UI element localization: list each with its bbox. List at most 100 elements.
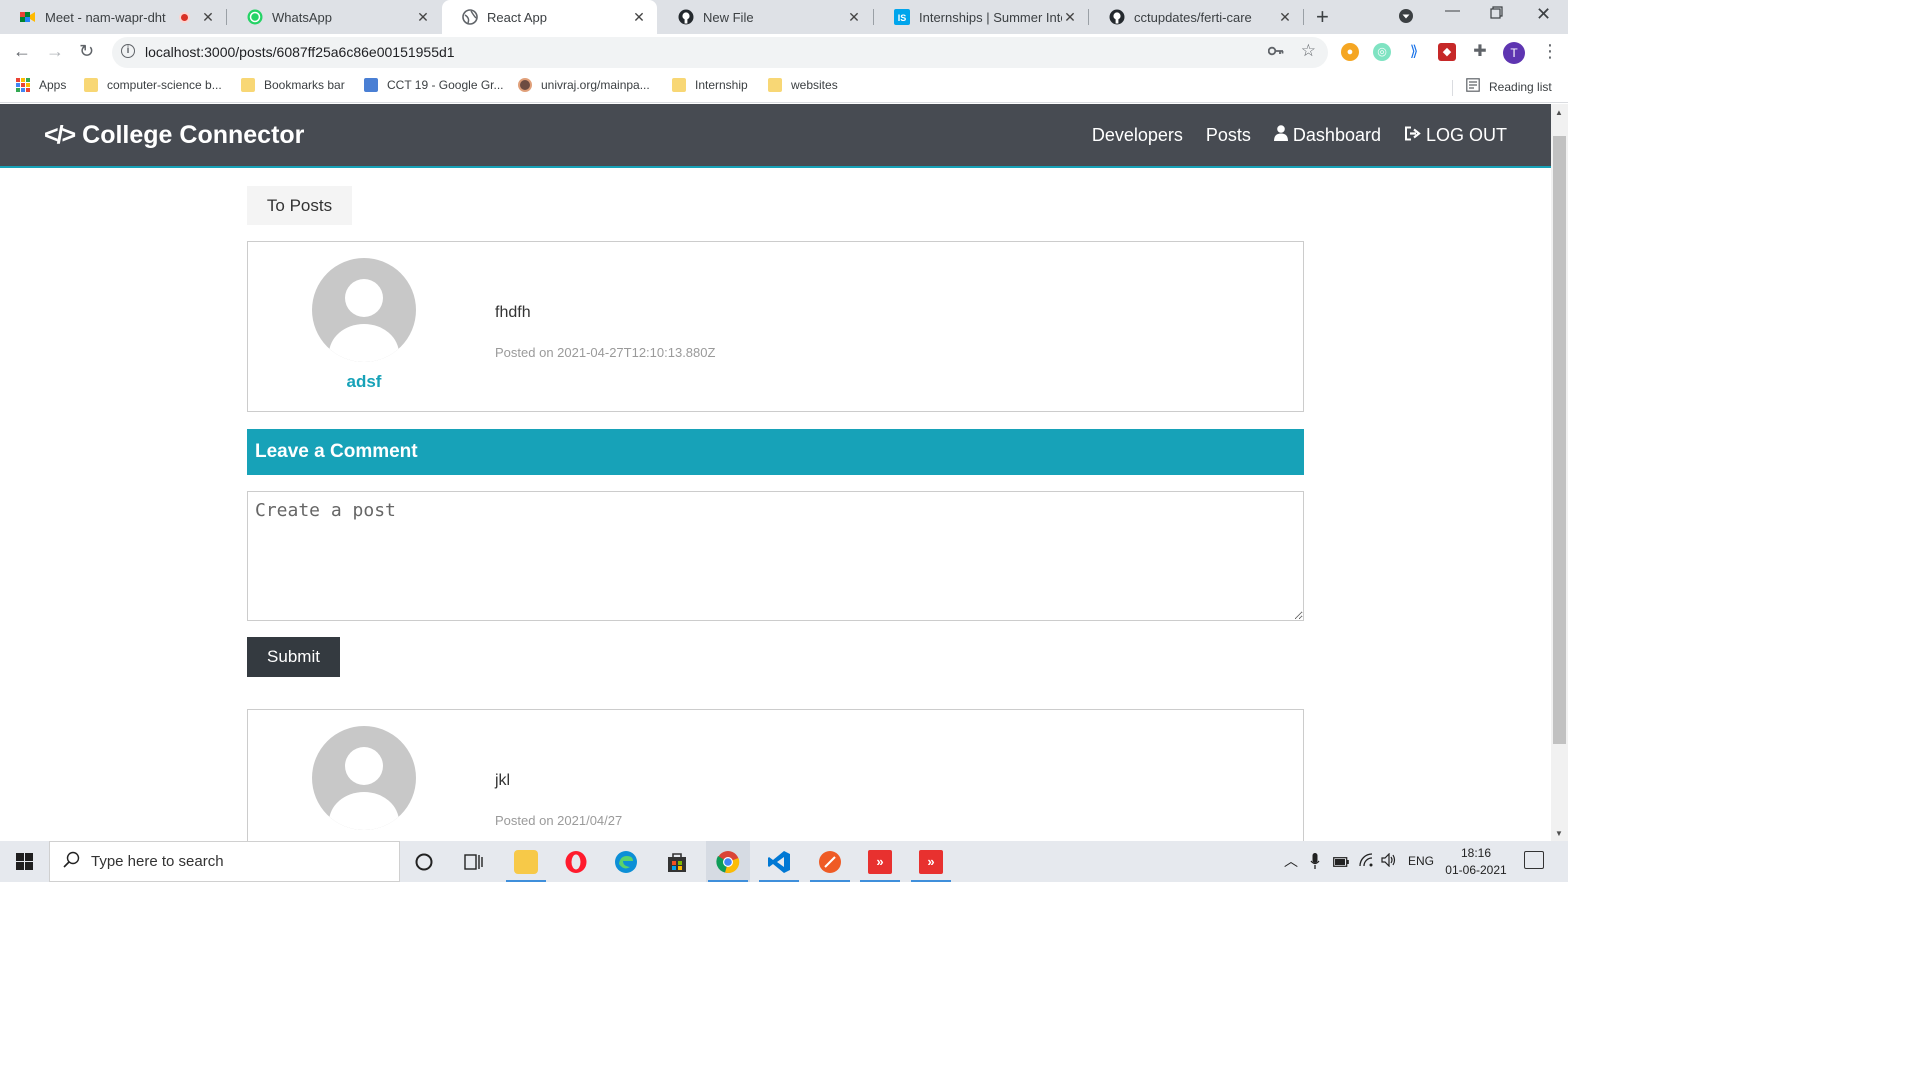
wifi-icon[interactable] (1358, 853, 1374, 870)
nav-label: LOG OUT (1425, 125, 1507, 145)
battery-icon[interactable] (1333, 855, 1349, 870)
clock-date: 01-06-2021 (1445, 863, 1507, 877)
sign-out-icon (1404, 126, 1421, 146)
nav-label: Dashboard (1292, 125, 1381, 145)
edge-icon[interactable] (604, 841, 648, 882)
nav-posts[interactable]: Posts (1206, 125, 1251, 146)
nav-logout[interactable]: LOG OUT (1404, 125, 1507, 146)
close-tab-icon[interactable]: ✕ (1277, 9, 1293, 26)
brand-link[interactable]: </> College Connector (44, 121, 304, 150)
scroll-thumb[interactable] (1553, 136, 1566, 744)
tab-search-icon[interactable] (1398, 8, 1414, 28)
vscode-icon[interactable] (757, 841, 801, 882)
to-posts-button[interactable]: To Posts (247, 186, 352, 225)
github-icon (1109, 9, 1125, 25)
browser-toolbar: ← → ↻ i localhost:3000/posts/6087ff25a6c… (0, 34, 1568, 72)
comment-date: Posted on 2021/04/27 (495, 813, 623, 828)
bookmark-label: websites (791, 78, 838, 92)
close-tab-icon[interactable]: ✕ (1062, 9, 1078, 26)
task-view-icon[interactable] (452, 841, 496, 882)
cortana-icon[interactable] (402, 841, 446, 882)
tab-internships[interactable]: IS Internships | Summer Intern ✕ (874, 0, 1088, 34)
git-gui-icon[interactable]: » (858, 841, 902, 882)
close-tab-icon[interactable]: ✕ (631, 9, 647, 26)
bookmarks-divider (1452, 80, 1453, 96)
scroll-up-icon[interactable]: ▲ (1555, 108, 1563, 117)
bookmark-websites[interactable]: websites (768, 78, 838, 92)
tab-react-app[interactable]: React App ✕ (442, 0, 657, 34)
file-explorer-icon[interactable] (504, 841, 548, 882)
volume-icon[interactable] (1381, 852, 1397, 870)
git-gui-icon[interactable]: » (909, 841, 953, 882)
bookmark-bookmarks-bar[interactable]: Bookmarks bar (241, 78, 345, 92)
microphone-icon[interactable] (1310, 853, 1320, 872)
postman-icon[interactable] (808, 841, 852, 882)
key-icon[interactable] (1267, 43, 1284, 59)
avatar[interactable] (312, 726, 416, 830)
post-author[interactable]: adsf (312, 372, 416, 392)
tab-ferti-care[interactable]: cctupdates/ferti-care ✕ (1089, 0, 1303, 34)
profile-avatar[interactable]: T (1503, 42, 1525, 64)
nav-label: Developers (1091, 125, 1183, 145)
svg-text:IS: IS (898, 13, 907, 23)
bookmark-univraj[interactable]: univraj.org/mainpa... (518, 78, 650, 92)
back-icon[interactable]: ← (13, 41, 31, 62)
site-icon (518, 78, 532, 92)
page-scrollbar[interactable]: ▲ ▼ (1551, 104, 1568, 841)
taskbar-clock[interactable]: 18:16 01-06-2021 (1442, 845, 1510, 879)
post-page: To Posts adsf fhdfh Posted on 2021-04-27… (247, 168, 1304, 841)
chevron-up-icon[interactable]: ︿ (1284, 851, 1298, 871)
bookmark-apps[interactable]: Apps (16, 78, 66, 92)
store-icon[interactable] (655, 841, 699, 882)
nav-links: Developers Posts Dashboard LOG OUT (1092, 125, 1507, 146)
comment-textarea[interactable] (247, 491, 1304, 621)
nav-developers[interactable]: Developers (1092, 125, 1183, 146)
nav-dashboard[interactable]: Dashboard (1273, 125, 1381, 146)
windows-start-icon[interactable] (16, 853, 33, 870)
close-window-icon[interactable]: ✕ (1536, 4, 1551, 25)
tab-title: WhatsApp (272, 9, 332, 25)
minimize-icon[interactable]: — (1445, 2, 1460, 19)
tab-whatsapp[interactable]: WhatsApp ✕ (227, 0, 441, 34)
notification-center-icon[interactable] (1524, 851, 1544, 869)
tab-new-file[interactable]: New File ✕ (658, 0, 872, 34)
reload-icon[interactable]: ↻ (79, 41, 94, 62)
bookmark-internship[interactable]: Internship (672, 78, 748, 92)
url-text[interactable]: localhost:3000/posts/6087ff25a6c86e00151… (145, 44, 455, 60)
scroll-down-icon[interactable]: ▼ (1555, 829, 1563, 838)
extension-icon[interactable]: ● (1341, 43, 1359, 61)
language-indicator[interactable]: ENG (1408, 854, 1434, 868)
new-tab-icon[interactable]: + (1316, 4, 1329, 30)
bookmark-computer-science[interactable]: computer-science b... (84, 78, 222, 92)
extension-icon[interactable]: ◆ (1438, 43, 1456, 61)
close-tab-icon[interactable]: ✕ (200, 9, 216, 26)
menu-icon[interactable]: ⋮ (1541, 41, 1559, 62)
extension-icon[interactable]: ◎ (1373, 43, 1391, 61)
bookmark-label: univraj.org/mainpa... (541, 78, 650, 92)
tab-meet[interactable]: Meet - nam-wapr-dht ✕ (0, 0, 226, 34)
reading-list-label: Reading list (1489, 79, 1552, 94)
restore-icon[interactable] (1490, 6, 1503, 23)
tab-separator (1303, 9, 1304, 25)
bookmark-cct19[interactable]: CCT 19 - Google Gr... (364, 78, 504, 92)
bookmark-label: Internship (695, 78, 748, 92)
address-bar[interactable]: i localhost:3000/posts/6087ff25a6c86e001… (112, 37, 1328, 68)
site-info-icon[interactable]: i (121, 44, 135, 58)
opera-icon[interactable] (554, 841, 598, 882)
forward-icon[interactable]: → (46, 41, 64, 62)
github-icon (678, 9, 694, 25)
bookmark-star-icon[interactable]: ☆ (1301, 41, 1316, 61)
whatsapp-icon (247, 9, 263, 25)
tab-title: Meet - nam-wapr-dht (45, 9, 166, 25)
avatar[interactable] (312, 258, 416, 362)
globe-icon (462, 9, 478, 25)
reading-list-button[interactable]: Reading list (1466, 78, 1552, 95)
close-tab-icon[interactable]: ✕ (415, 9, 431, 26)
submit-button[interactable]: Submit (247, 637, 340, 677)
puzzle-icon[interactable]: ✚ (1471, 43, 1489, 61)
google-meet-icon (20, 9, 36, 25)
chrome-icon[interactable] (706, 841, 750, 882)
extension-icon[interactable]: ⟫ (1405, 43, 1423, 61)
taskbar-search-box[interactable]: Type here to search (49, 841, 400, 882)
close-tab-icon[interactable]: ✕ (846, 9, 862, 26)
